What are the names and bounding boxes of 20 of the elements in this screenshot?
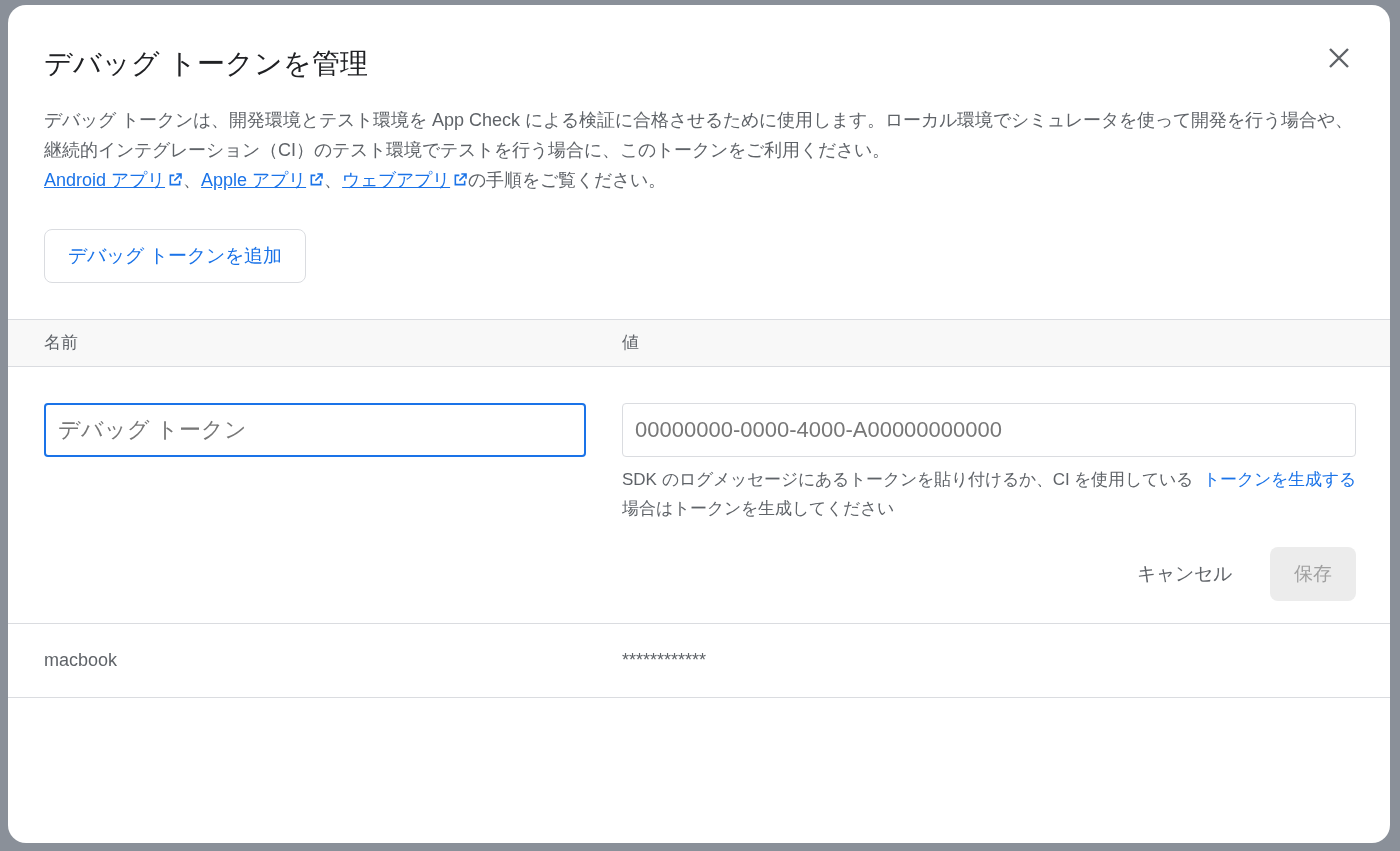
column-header: 値 xyxy=(622,332,639,355)
close-icon xyxy=(1328,47,1350,69)
hint-text: SDK のログメッセージにあるトークンを貼り付けるか、CI を使用している場合はトークンを生成してください xyxy=(622,469,1195,520)
doc-link[interactable]: Apple アプリ xyxy=(201,170,325,190)
text-input-field[interactable]: デバッグ トークン xyxy=(44,403,586,457)
table-cell-text: macbook xyxy=(44,649,118,672)
add-token-button[interactable]: デバッグ トークンを追加 xyxy=(44,229,307,283)
external-link-icon xyxy=(308,172,325,188)
column-header: 名前 xyxy=(44,332,78,355)
dialog-title: デバッグ トークンを管理 xyxy=(44,47,368,81)
generate-token-link[interactable]: トークンを生成する xyxy=(1203,465,1356,494)
doc-link[interactable]: Android アプリ xyxy=(44,170,184,190)
close-button[interactable] xyxy=(1328,47,1350,69)
external-link-icon xyxy=(167,172,184,188)
table-cell-text: ************ xyxy=(622,649,707,672)
cancel-button[interactable]: キャンセル xyxy=(1137,559,1232,589)
external-link-icon xyxy=(452,172,469,188)
description-text: デバッグ トークンは、開発環境とテスト環境を App Check による検証に合格させるために使用します。ローカル環境でシミュレータを使って開発を行う場合や、継続的インテグレーション（CI）のテスト環境でテストを行う場合に、このトークンをご利用ください。 xyxy=(44,109,1355,162)
doc-link[interactable]: ウェブアプリ xyxy=(342,170,469,190)
instructions-text: Android アプリ 、Apple アプリ 、ウェブアプリ の手順をご覧ください。 xyxy=(44,169,668,192)
